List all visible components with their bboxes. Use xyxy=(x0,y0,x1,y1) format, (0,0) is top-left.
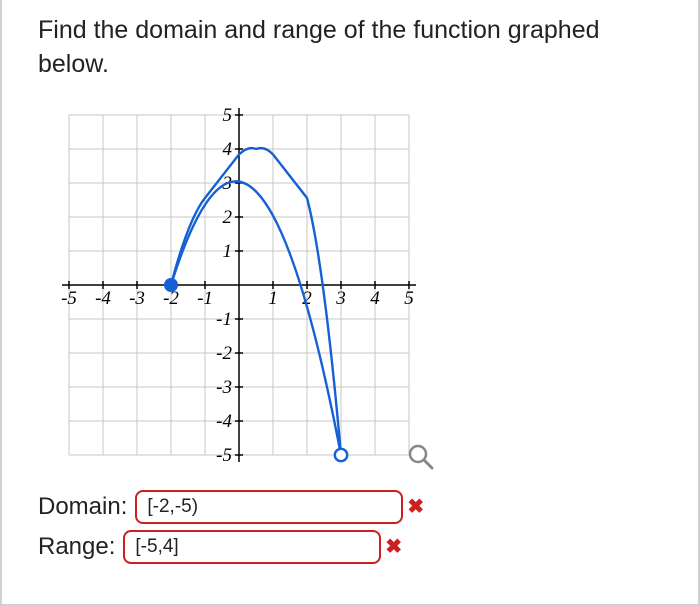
tick-y--2: -2 xyxy=(216,343,232,364)
range-label: Range: xyxy=(38,533,115,561)
tick-y-4: 4 xyxy=(223,139,233,160)
function-curve-exact xyxy=(171,181,341,455)
wrong-icon: ✖ xyxy=(407,494,424,519)
range-input[interactable] xyxy=(123,530,381,564)
question-text: Find the domain and range of the functio… xyxy=(38,14,662,82)
tick-y-5: 5 xyxy=(223,105,233,126)
tick-y--1: -1 xyxy=(216,309,232,330)
tick-x--5: -5 xyxy=(61,288,77,309)
domain-label: Domain: xyxy=(38,493,127,521)
chart: -5 -4 -3 -2 -1 1 2 3 4 5 5 4 3 2 1 -1 -2… xyxy=(40,100,662,470)
magnifier-icon[interactable] xyxy=(410,446,432,468)
tick-x--4: -4 xyxy=(95,288,111,309)
domain-input[interactable] xyxy=(135,490,403,524)
tick-y--3: -3 xyxy=(216,377,232,398)
open-endpoint xyxy=(335,448,347,460)
range-row: Range: ✖ xyxy=(38,530,662,564)
tick-x-1: 1 xyxy=(268,288,278,309)
tick-x-3: 3 xyxy=(335,288,346,309)
tick-x--1: -1 xyxy=(197,288,213,309)
tick-x-5: 5 xyxy=(404,288,414,309)
domain-row: Domain: ✖ xyxy=(38,490,662,524)
tick-y--4: -4 xyxy=(216,411,232,432)
tick-x-4: 4 xyxy=(370,288,380,309)
closed-endpoint xyxy=(164,278,178,292)
tick-y--5: -5 xyxy=(216,445,232,466)
tick-x--3: -3 xyxy=(129,288,145,309)
graph-svg: -5 -4 -3 -2 -1 1 2 3 4 5 5 4 3 2 1 -1 -2… xyxy=(40,100,450,470)
tick-y-1: 1 xyxy=(223,241,233,262)
wrong-icon: ✖ xyxy=(385,534,402,559)
tick-y-2: 2 xyxy=(223,207,233,228)
